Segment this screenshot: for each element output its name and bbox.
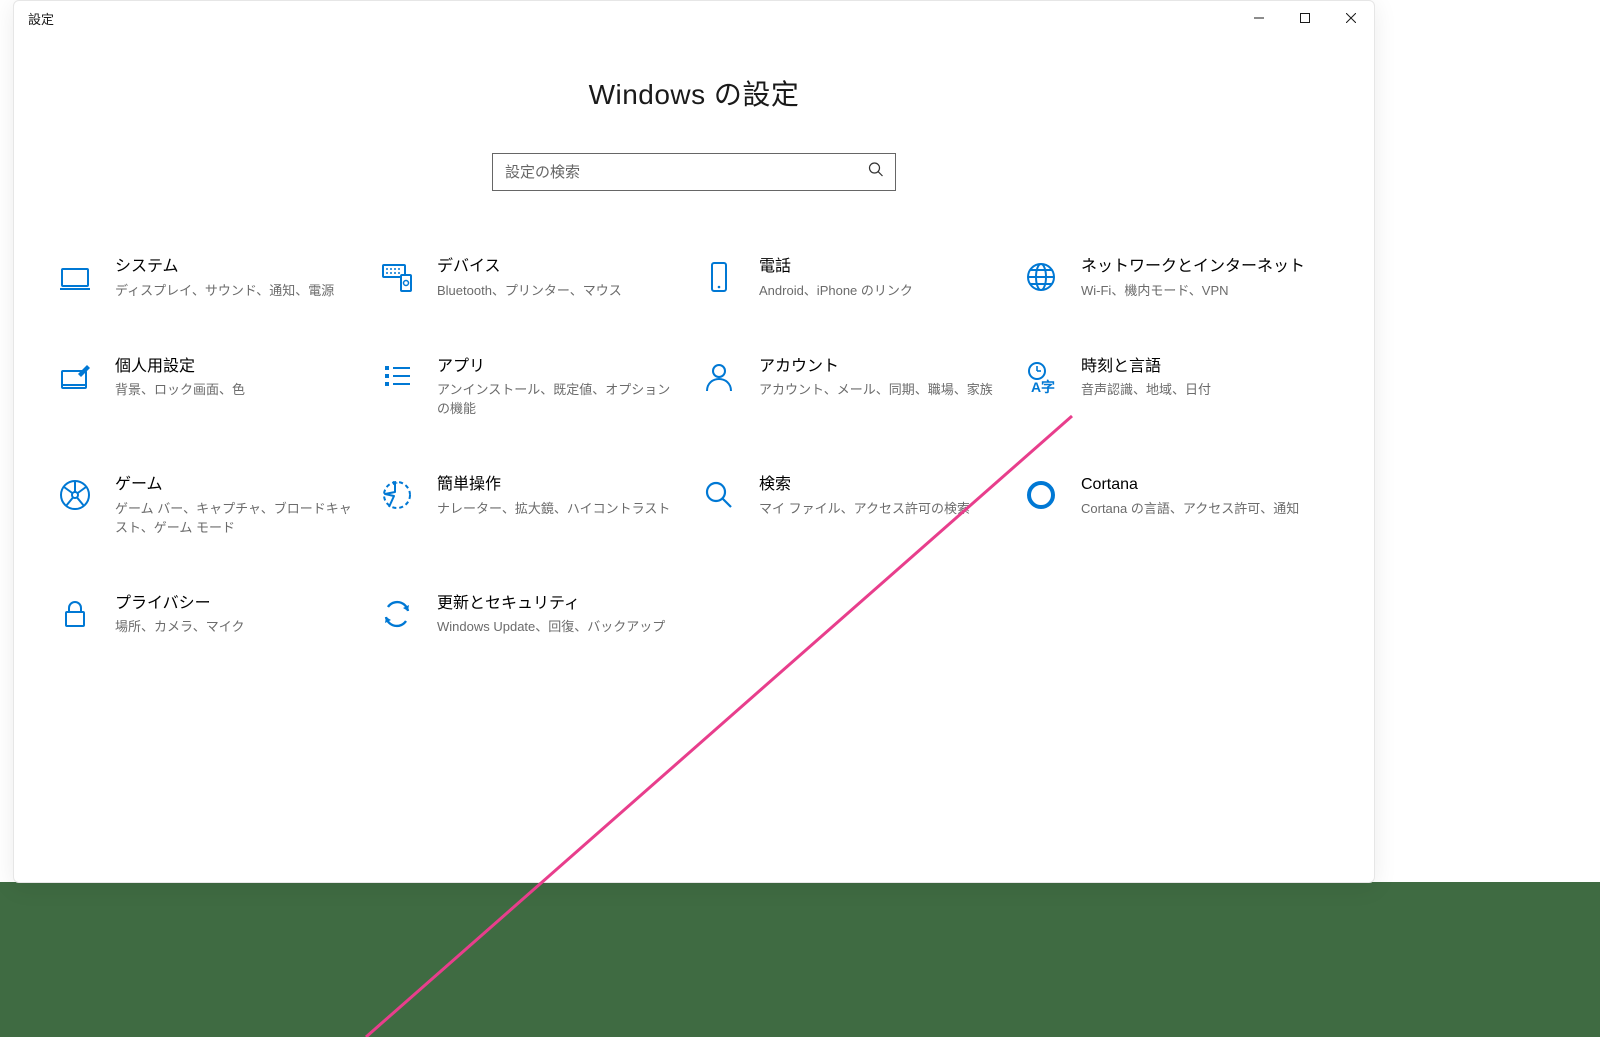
tile-title: アカウント [759,357,999,378]
tile-title: システム [115,257,355,278]
settings-tile-personalize[interactable]: 個人用設定背景、ロック画面、色 [55,357,367,419]
privacy-icon [55,594,95,634]
tile-description: Wi-Fi、機内モード、VPN [1081,282,1321,301]
tile-description: ディスプレイ、サウンド、通知、電源 [115,282,355,301]
settings-tile-search-cat[interactable]: 検索マイ ファイル、アクセス許可の検索 [699,475,1011,537]
tile-text: アカウントアカウント、メール、同期、職場、家族 [759,357,999,401]
tile-description: Bluetooth、プリンター、マウス [437,282,677,301]
tile-title: アプリ [437,357,677,378]
tile-title: 検索 [759,475,999,496]
devices-icon [377,257,417,297]
tile-description: ナレーター、拡大鏡、ハイコントラスト [437,500,677,519]
settings-tile-system[interactable]: システムディスプレイ、サウンド、通知、電源 [55,257,367,301]
cortana-icon [1021,475,1061,515]
tile-title: プライバシー [115,594,355,615]
tile-description: 場所、カメラ、マイク [115,618,355,637]
system-icon [55,257,95,297]
settings-window: 設定 Windows の設定 システムディスプレイ、サウンド、通知 [13,0,1375,883]
tile-text: Cortana Cortana の言語、アクセス許可、通知 [1081,475,1321,519]
tile-description: ゲーム バー、キャプチャ、ブロードキャスト、ゲーム モード [115,500,355,538]
tile-text: ゲームゲーム バー、キャプチャ、ブロードキャスト、ゲーム モード [115,475,355,537]
close-button[interactable] [1328,1,1374,35]
personalize-icon [55,357,95,397]
close-icon [1346,13,1356,23]
settings-tile-cortana[interactable]: Cortana Cortana の言語、アクセス許可、通知 [1021,475,1333,537]
settings-tile-ease[interactable]: 簡単操作ナレーター、拡大鏡、ハイコントラスト [377,475,689,537]
time-lang-icon [1021,357,1061,397]
tile-title: 時刻と言語 [1081,357,1321,378]
titlebar: 設定 [14,1,1374,35]
tile-description: Cortana の言語、アクセス許可、通知 [1081,500,1321,519]
tile-text: デバイス Bluetooth、プリンター、マウス [437,257,677,301]
settings-tile-time-lang[interactable]: 時刻と言語音声認識、地域、日付 [1021,357,1333,419]
phone-icon [699,257,739,297]
network-icon [1021,257,1061,297]
tile-text: 簡単操作ナレーター、拡大鏡、ハイコントラスト [437,475,677,519]
tile-description: 背景、ロック画面、色 [115,381,355,400]
tile-text: システムディスプレイ、サウンド、通知、電源 [115,257,355,301]
tile-title: Cortana [1081,475,1321,496]
tile-text: 電話 Android、iPhone のリンク [759,257,999,301]
tile-text: 個人用設定背景、ロック画面、色 [115,357,355,401]
search-icon [868,162,884,183]
settings-tile-gaming[interactable]: ゲームゲーム バー、キャプチャ、ブロードキャスト、ゲーム モード [55,475,367,537]
tile-description: Windows Update、回復、バックアップ [437,618,677,637]
settings-tile-update[interactable]: 更新とセキュリティ Windows Update、回復、バックアップ [377,594,689,638]
tile-title: 個人用設定 [115,357,355,378]
tile-text: アプリアンインストール、既定値、オプションの機能 [437,357,677,419]
update-icon [377,594,417,634]
tile-title: ネットワークとインターネット [1081,257,1321,278]
tile-text: 更新とセキュリティ Windows Update、回復、バックアップ [437,594,677,638]
tile-title: 更新とセキュリティ [437,594,677,615]
titlebar-controls [1236,1,1374,35]
maximize-button[interactable] [1282,1,1328,35]
settings-tile-phone[interactable]: 電話 Android、iPhone のリンク [699,257,1011,301]
settings-tile-devices[interactable]: デバイス Bluetooth、プリンター、マウス [377,257,689,301]
settings-tile-apps[interactable]: アプリアンインストール、既定値、オプションの機能 [377,357,689,419]
apps-icon [377,357,417,397]
search-container [492,153,896,191]
gaming-icon [55,475,95,515]
tile-description: Android、iPhone のリンク [759,282,999,301]
tile-description: 音声認識、地域、日付 [1081,381,1321,400]
settings-tile-privacy[interactable]: プライバシー場所、カメラ、マイク [55,594,367,638]
tile-description: マイ ファイル、アクセス許可の検索 [759,500,999,519]
tile-description: アンインストール、既定値、オプションの機能 [437,381,677,419]
tile-title: ゲーム [115,475,355,496]
minimize-button[interactable] [1236,1,1282,35]
page-title: Windows の設定 [589,73,800,113]
tile-title: デバイス [437,257,677,278]
ease-icon [377,475,417,515]
settings-grid: システムディスプレイ、サウンド、通知、電源 デバイス Bluetooth、プリンター… [45,257,1343,637]
content-area: Windows の設定 システムディスプレイ、サウンド、通知、電源 デバイス Blu… [14,35,1374,882]
desktop-taskbar-area [0,882,1600,1037]
settings-tile-network[interactable]: ネットワークとインターネット Wi-Fi、機内モード、VPN [1021,257,1333,301]
tile-description: アカウント、メール、同期、職場、家族 [759,381,999,400]
tile-title: 電話 [759,257,999,278]
maximize-icon [1300,13,1310,23]
minimize-icon [1254,13,1264,23]
window-title: 設定 [28,9,54,28]
tile-text: プライバシー場所、カメラ、マイク [115,594,355,638]
tile-title: 簡単操作 [437,475,677,496]
tile-text: ネットワークとインターネット Wi-Fi、機内モード、VPN [1081,257,1321,301]
search-input[interactable] [492,153,896,191]
tile-text: 時刻と言語音声認識、地域、日付 [1081,357,1321,401]
search-cat-icon [699,475,739,515]
accounts-icon [699,357,739,397]
tile-text: 検索マイ ファイル、アクセス許可の検索 [759,475,999,519]
settings-tile-accounts[interactable]: アカウントアカウント、メール、同期、職場、家族 [699,357,1011,419]
